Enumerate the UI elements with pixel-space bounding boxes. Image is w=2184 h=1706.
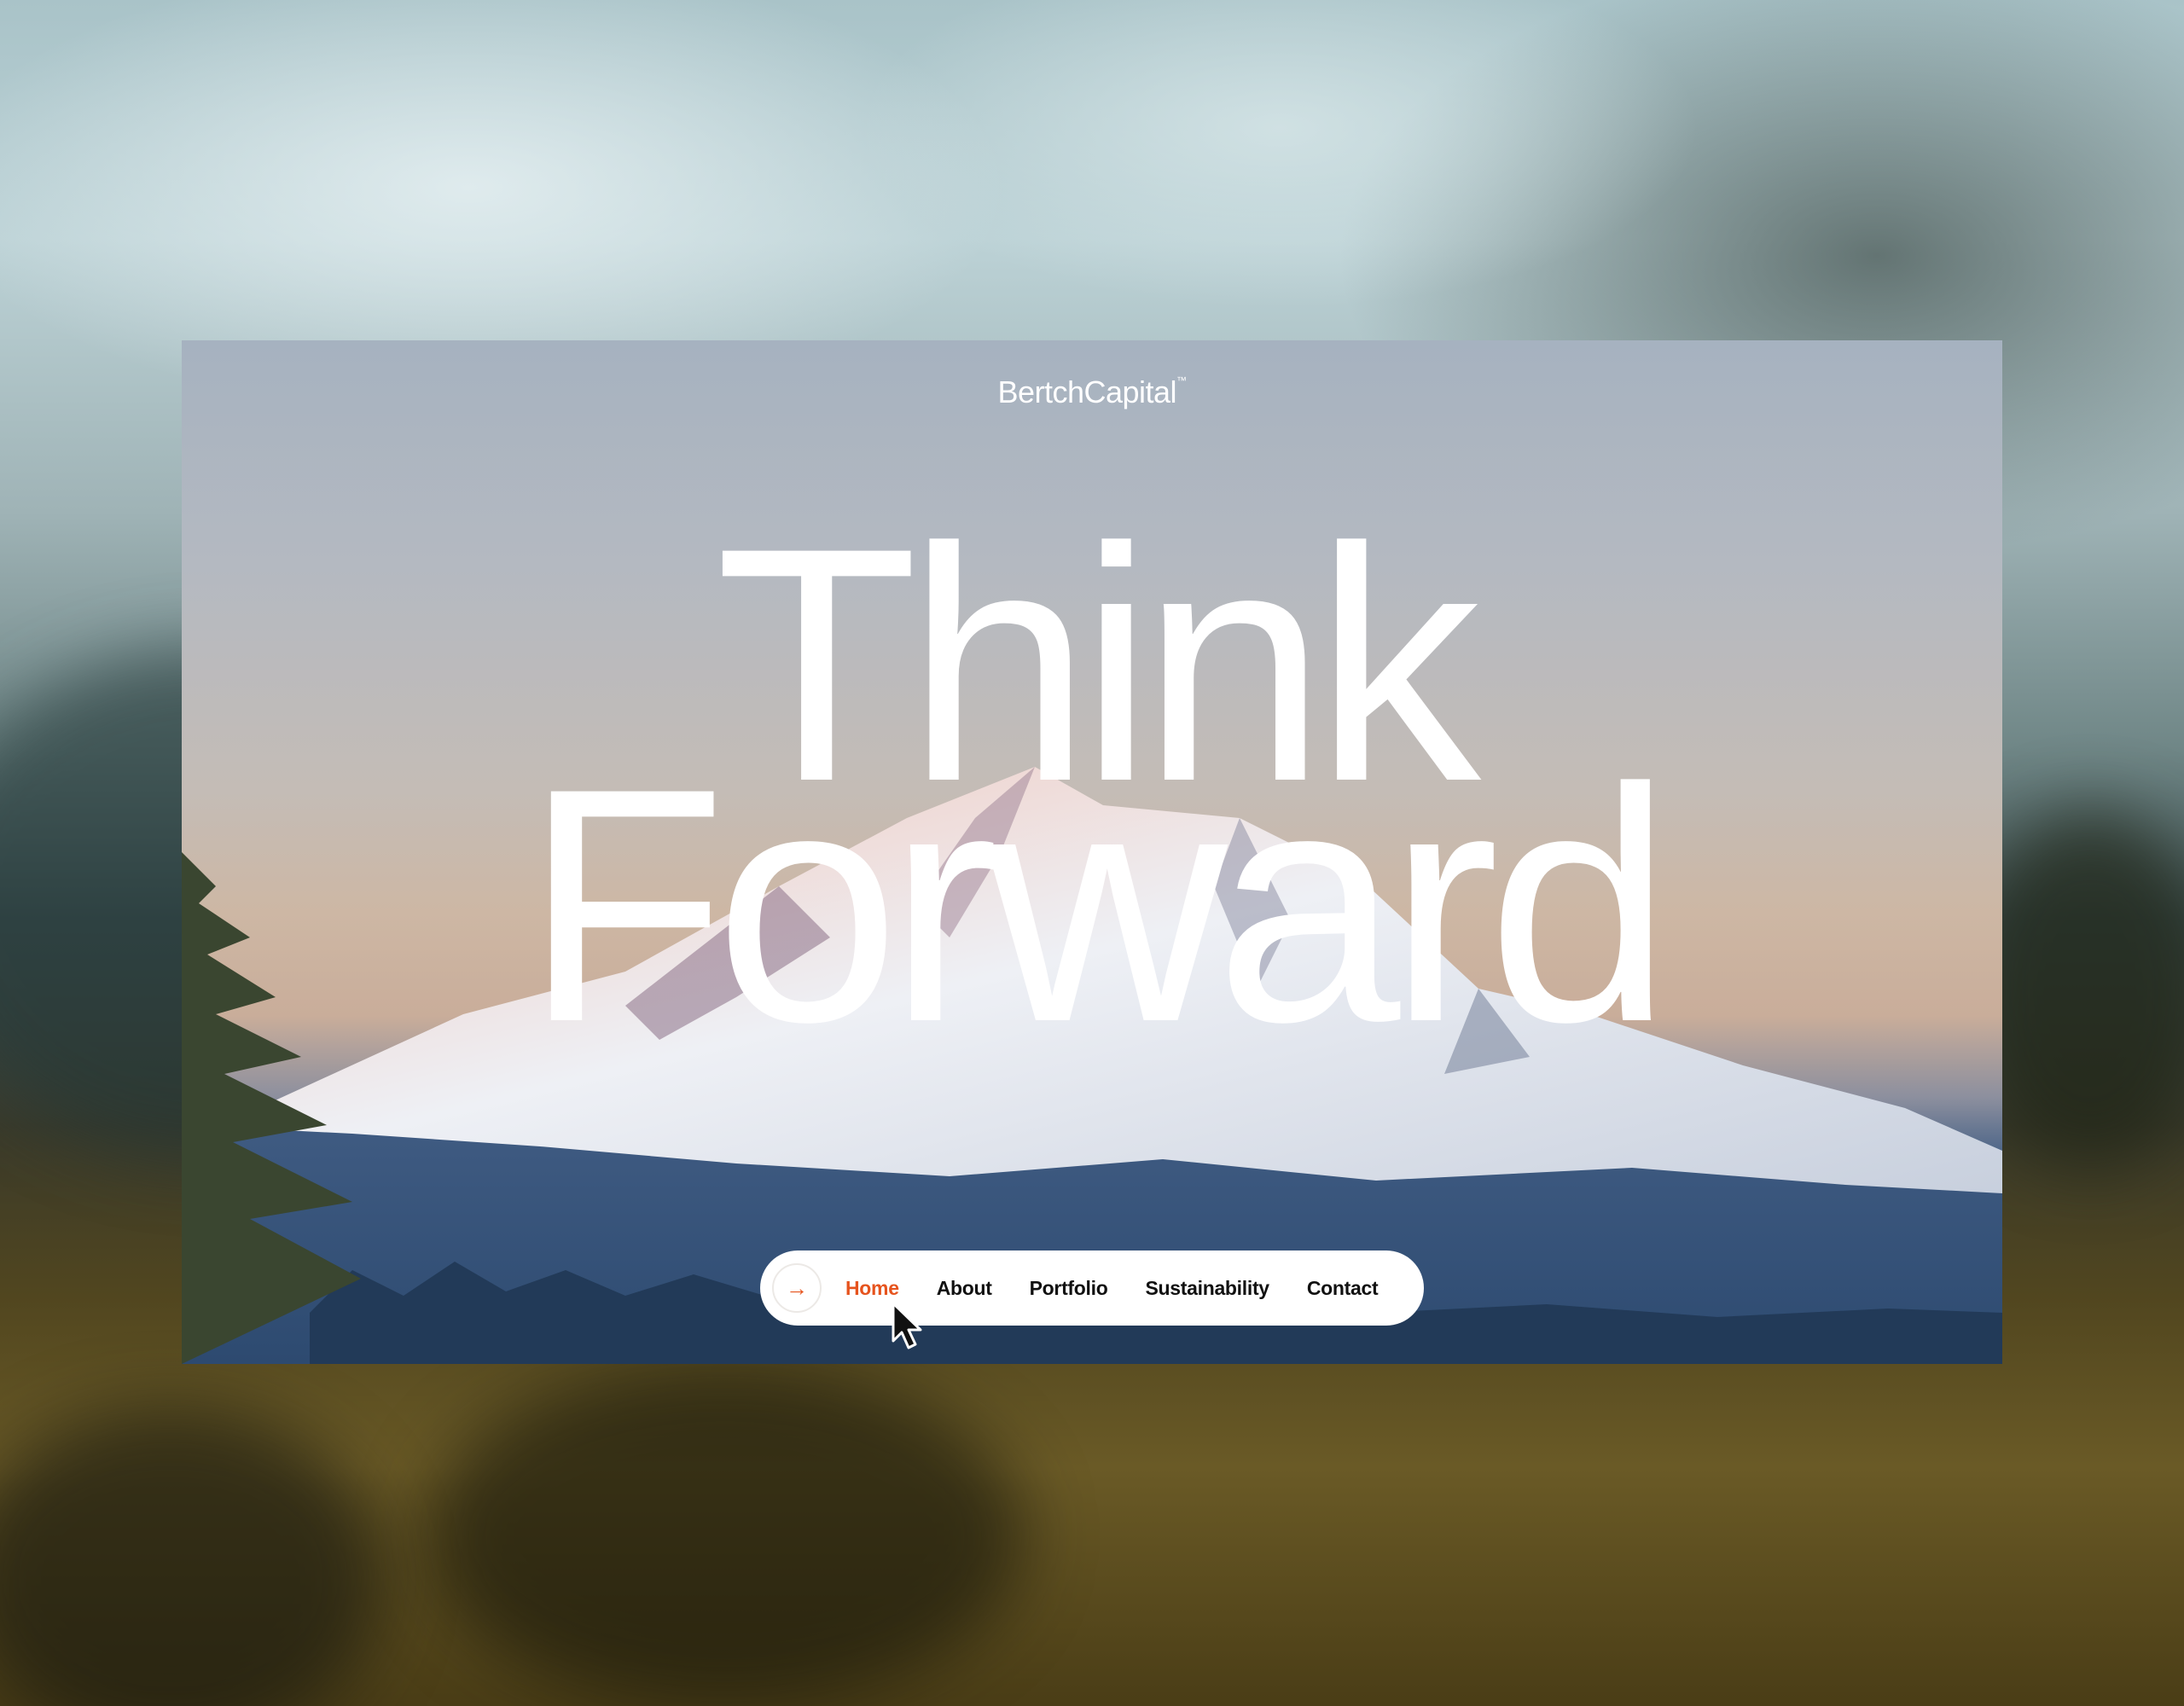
nav-item-sustainability[interactable]: Sustainability [1145,1277,1269,1300]
hero-headline-line2: Forward [523,719,1672,1091]
arrow-right-icon[interactable]: → [772,1263,822,1313]
mouse-cursor-icon [892,1302,922,1349]
nav-item-portfolio[interactable]: Portfolio [1030,1277,1108,1300]
website-frame: BertchCapital™ Think Forward → Home Abou… [182,340,2002,1364]
nav-item-contact[interactable]: Contact [1307,1277,1379,1300]
bottom-nav-bar: → Home About Portfolio Sustainability Co… [760,1250,1424,1326]
nav-item-home[interactable]: Home [845,1277,899,1300]
nav-item-about[interactable]: About [937,1277,992,1300]
brand-logo[interactable]: BertchCapital™ [182,374,2002,410]
